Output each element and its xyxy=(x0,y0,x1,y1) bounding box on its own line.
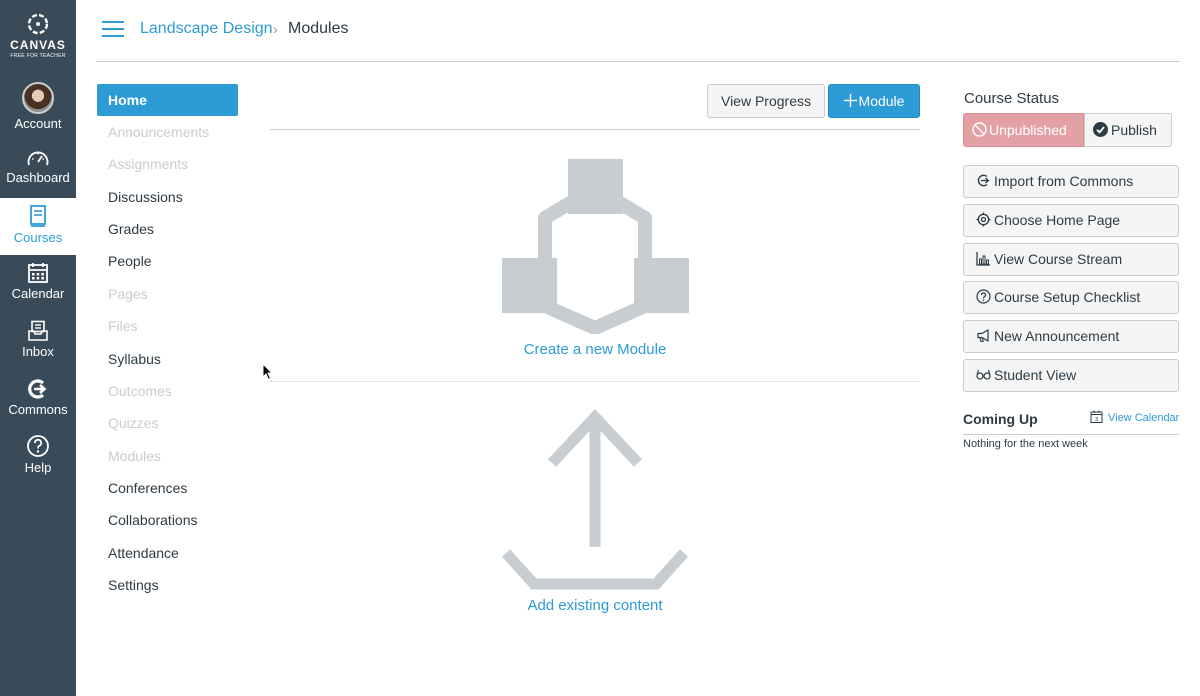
publish-button[interactable]: Publish xyxy=(1084,113,1172,147)
nav-account[interactable]: Account xyxy=(0,82,76,131)
import-from-commons-label: Import from Commons xyxy=(994,173,1134,189)
stream-chart-icon xyxy=(976,252,990,266)
course-nav-files[interactable]: Files xyxy=(97,310,238,342)
svg-text:3: 3 xyxy=(1095,417,1099,423)
nav-inbox[interactable]: Inbox xyxy=(0,320,76,359)
brand-name: CANVAS xyxy=(10,38,66,52)
page-header: Landscape Design › Modules xyxy=(96,0,1180,62)
course-setup-checklist-button[interactable]: Course Setup Checklist xyxy=(963,281,1179,314)
nav-help-label: Help xyxy=(24,460,52,475)
coming-up-title: Coming Up xyxy=(963,411,1038,427)
content-divider xyxy=(270,129,920,130)
unpublished-icon xyxy=(972,122,987,137)
dashboard-icon xyxy=(27,151,49,166)
add-module-button[interactable]: Module xyxy=(828,84,920,118)
student-view-label: Student View xyxy=(994,367,1077,383)
nav-calendar[interactable]: Calendar xyxy=(0,262,76,301)
calendar-small-icon: 3 xyxy=(1090,410,1103,423)
upload-illustration-icon xyxy=(501,408,689,590)
nav-inbox-label: Inbox xyxy=(22,344,54,359)
course-nav-outcomes[interactable]: Outcomes xyxy=(97,375,238,407)
add-existing-content-link[interactable]: Add existing content xyxy=(480,597,710,614)
choose-home-page-label: Choose Home Page xyxy=(994,212,1121,228)
new-announcement-button[interactable]: New Announcement xyxy=(963,320,1179,353)
nav-dashboard[interactable]: Dashboard xyxy=(0,148,76,185)
create-module-link[interactable]: Create a new Module xyxy=(480,341,710,358)
course-setup-checklist-label: Course Setup Checklist xyxy=(994,289,1141,305)
global-nav: CANVAS FREE FOR TEACHER Account Dashboar… xyxy=(0,0,76,696)
question-circle-icon xyxy=(976,289,991,304)
view-calendar-label: View Calendar xyxy=(1108,412,1180,424)
course-nav-quizzes[interactable]: Quizzes xyxy=(97,407,238,439)
view-course-stream-button[interactable]: View Course Stream xyxy=(963,243,1179,276)
new-announcement-label: New Announcement xyxy=(994,328,1120,344)
course-nav-settings[interactable]: Settings xyxy=(97,569,238,601)
course-nav-grades[interactable]: Grades xyxy=(97,213,238,245)
course-nav-discussions[interactable]: Discussions xyxy=(97,181,238,213)
canvas-logo-icon xyxy=(27,13,49,35)
course-nav-announcements[interactable]: Announcements xyxy=(97,116,238,148)
modules-illustration-icon xyxy=(502,159,689,334)
mouse-cursor-icon xyxy=(262,363,274,381)
plus-icon xyxy=(843,94,857,107)
course-nav-attendance[interactable]: Attendance xyxy=(97,537,238,569)
course-nav-modules[interactable]: Modules xyxy=(97,440,238,472)
nav-commons[interactable]: Commons xyxy=(0,378,76,417)
course-status-title: Course Status xyxy=(964,90,1060,107)
courses-icon xyxy=(30,205,46,227)
view-progress-button[interactable]: View Progress xyxy=(707,84,825,118)
check-circle-icon xyxy=(1093,122,1108,137)
course-nav-conferences[interactable]: Conferences xyxy=(97,472,238,504)
megaphone-icon xyxy=(977,329,989,343)
nav-courses[interactable]: Courses xyxy=(0,198,76,255)
nav-help[interactable]: Help xyxy=(0,434,76,475)
choose-home-page-button[interactable]: Choose Home Page xyxy=(963,204,1179,237)
course-nav-syllabus[interactable]: Syllabus xyxy=(97,343,238,375)
help-icon xyxy=(27,435,49,457)
commons-import-icon xyxy=(977,174,990,187)
course-nav-people[interactable]: People xyxy=(97,245,238,277)
import-from-commons-button[interactable]: Import from Commons xyxy=(963,165,1179,198)
breadcrumb-course-link[interactable]: Landscape Design xyxy=(140,20,273,38)
hamburger-menu-icon[interactable] xyxy=(102,21,124,39)
unpublished-label: Unpublished xyxy=(989,122,1067,138)
publish-label: Publish xyxy=(1111,122,1157,138)
nav-commons-label: Commons xyxy=(8,402,68,417)
course-nav-assignments[interactable]: Assignments xyxy=(97,148,238,180)
brand-sub: FREE FOR TEACHER xyxy=(10,53,66,59)
nav-courses-label: Courses xyxy=(13,230,63,245)
add-module-label: Module xyxy=(858,93,905,109)
unpublished-button[interactable]: Unpublished xyxy=(963,113,1084,147)
canvas-logo[interactable]: CANVAS FREE FOR TEACHER xyxy=(0,12,76,59)
glasses-icon xyxy=(976,369,991,380)
coming-up-divider xyxy=(963,434,1179,435)
inbox-icon xyxy=(28,320,48,341)
breadcrumb-separator: › xyxy=(273,21,278,37)
view-course-stream-label: View Course Stream xyxy=(994,251,1123,267)
nav-calendar-label: Calendar xyxy=(11,286,65,301)
content-dotted-divider xyxy=(270,381,920,382)
course-nav-home[interactable]: Home xyxy=(97,84,238,116)
course-nav-collaborations[interactable]: Collaborations xyxy=(97,504,238,536)
view-calendar-link[interactable]: 3 View Calendar xyxy=(1090,410,1179,424)
nav-account-label: Account xyxy=(14,116,62,131)
breadcrumb-current: Modules xyxy=(288,20,349,37)
course-nav-pages[interactable]: Pages xyxy=(97,278,238,310)
avatar xyxy=(22,82,54,114)
calendar-icon xyxy=(28,263,48,283)
target-icon xyxy=(976,212,991,227)
commons-icon xyxy=(28,379,47,399)
coming-up-empty-message: Nothing for the next week xyxy=(963,438,1088,450)
student-view-button[interactable]: Student View xyxy=(963,359,1179,392)
nav-dashboard-label: Dashboard xyxy=(6,170,70,185)
